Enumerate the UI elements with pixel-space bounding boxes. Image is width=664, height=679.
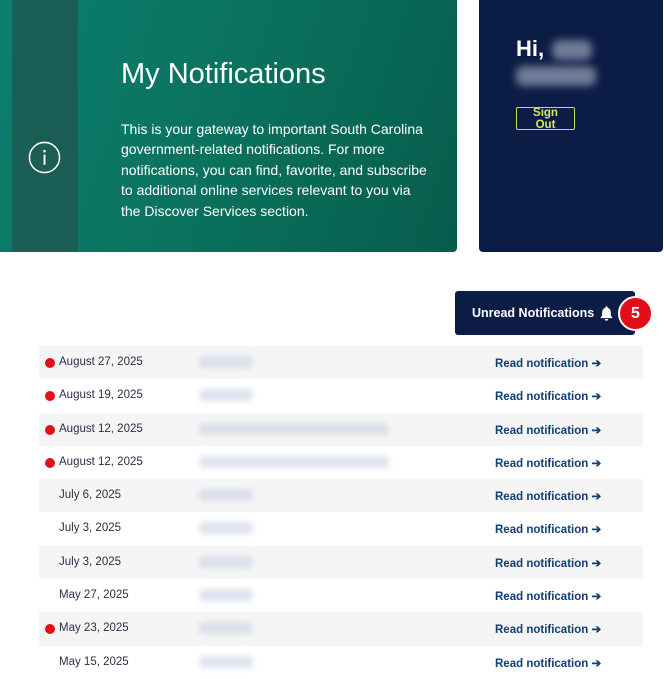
- redacted-notification-title: [199, 589, 253, 602]
- redacted-notification-title: [199, 555, 253, 568]
- read-notification-link[interactable]: Read notification ➔: [495, 589, 601, 603]
- notification-list: August 27, 2025 Read notification ➔ August…: [39, 346, 643, 679]
- info-icon: [28, 141, 61, 174]
- notification-date: May 23, 2025: [59, 622, 129, 635]
- greeting: Hi,: [516, 36, 593, 62]
- read-notification-link[interactable]: Read notification ➔: [495, 456, 601, 470]
- unread-dot: [45, 457, 55, 468]
- redacted-notification-title: [199, 489, 253, 502]
- user-card: Hi, Sign Out: [479, 0, 663, 252]
- redacted-notification-title: [199, 455, 389, 468]
- notification-date: August 27, 2025: [59, 356, 143, 368]
- notification-row: July 3, 2025 Read notification ➔: [39, 512, 643, 545]
- unread-dot: [45, 424, 55, 435]
- notification-row: August 19, 2025 Read notification ➔: [39, 379, 643, 412]
- notification-row: August 12, 2025 Read notification ➔: [39, 412, 643, 446]
- notification-row: July 3, 2025 Read notification ➔: [39, 545, 643, 580]
- notification-row: May 15, 2025 Read notification ➔: [39, 646, 643, 679]
- redacted-notification-title: [199, 655, 253, 668]
- notification-row: August 27, 2025 Read notification ➔: [39, 346, 643, 380]
- redacted-notification-title: [199, 389, 253, 402]
- unread-dot: [45, 358, 55, 368]
- read-notification-link[interactable]: Read notification ➔: [495, 489, 601, 503]
- notification-row: May 23, 2025 Read notification ➔: [39, 612, 643, 646]
- unread-dot: [45, 391, 55, 402]
- bell-icon: [600, 306, 613, 321]
- unread-notifications-label: Unread Notifications: [472, 306, 595, 320]
- redacted-notification-title: [199, 622, 253, 635]
- unread-notifications-button[interactable]: Unread Notifications: [455, 291, 635, 335]
- notification-date: July 6, 2025: [59, 489, 122, 502]
- hero-side-strip: [12, 0, 78, 252]
- read-notification-link[interactable]: Read notification ➔: [495, 622, 601, 636]
- read-notification-link[interactable]: Read notification ➔: [495, 356, 601, 370]
- redacted-name: [552, 40, 593, 61]
- sign-out-button[interactable]: Sign Out: [516, 107, 575, 131]
- redacted-notification-title: [199, 422, 389, 435]
- notification-row: August 12, 2025 Read notification ➔: [39, 446, 643, 479]
- redacted-name-line2: [516, 66, 596, 86]
- read-notification-link[interactable]: Read notification ➔: [495, 556, 601, 570]
- notification-date: August 19, 2025: [59, 389, 143, 402]
- hero-banner: My Notifications This is your gateway to…: [0, 0, 457, 252]
- read-notification-link[interactable]: Read notification ➔: [495, 423, 601, 437]
- unread-count-badge: 5: [618, 296, 653, 331]
- notification-date: May 15, 2025: [59, 655, 129, 668]
- notification-date: August 12, 2025: [59, 422, 143, 435]
- notification-date: August 12, 2025: [59, 455, 143, 468]
- greeting-text: Hi,: [516, 36, 545, 61]
- notification-row: May 27, 2025 Read notification ➔: [39, 579, 643, 612]
- redacted-notification-title: [199, 356, 253, 368]
- page-title: My Notifications: [121, 58, 326, 90]
- notification-date: May 27, 2025: [59, 589, 129, 602]
- unread-dot: [45, 624, 55, 635]
- redacted-notification-title: [199, 522, 253, 535]
- notification-date: July 3, 2025: [59, 522, 122, 535]
- read-notification-link[interactable]: Read notification ➔: [495, 522, 601, 536]
- read-notification-link[interactable]: Read notification ➔: [495, 389, 601, 403]
- notification-date: July 3, 2025: [59, 555, 122, 568]
- notification-row: July 6, 2025 Read notification ➔: [39, 479, 643, 513]
- hero-description: This is your gateway to important South …: [121, 121, 427, 219]
